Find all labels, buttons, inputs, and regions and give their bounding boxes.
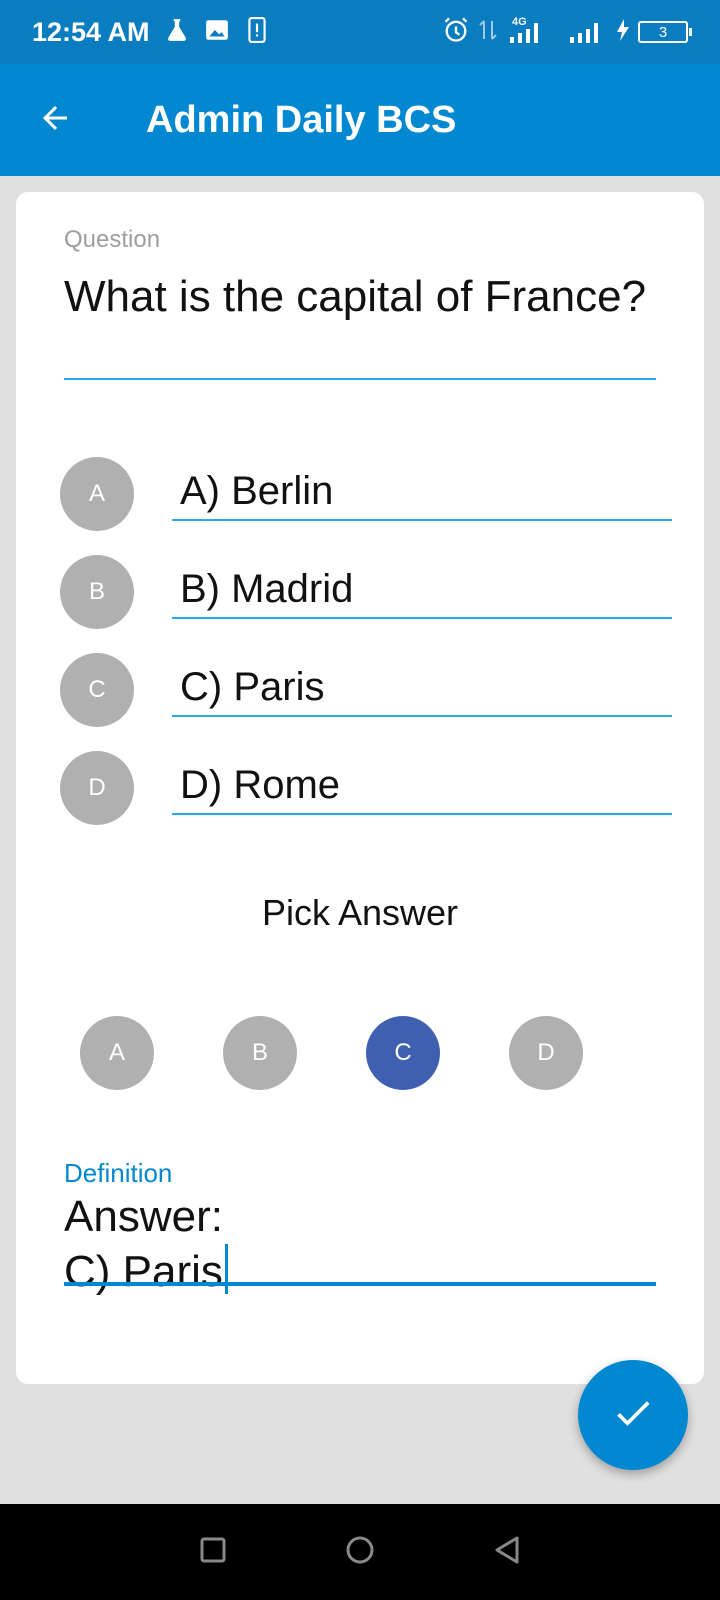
page-title: Admin Daily BCS bbox=[146, 98, 457, 141]
option-input-a[interactable]: A) Berlin bbox=[180, 469, 333, 514]
home-button[interactable] bbox=[344, 1534, 376, 1571]
option-underline bbox=[172, 519, 672, 521]
flask-icon bbox=[164, 17, 190, 48]
pick-button-c[interactable]: C bbox=[366, 1016, 440, 1090]
pick-answer-label: Pick Answer bbox=[261, 892, 459, 933]
question-label: Question bbox=[64, 226, 161, 253]
phone-alert-icon bbox=[244, 16, 270, 48]
back-nav-button[interactable] bbox=[492, 1534, 522, 1571]
system-nav-bar bbox=[0, 1504, 720, 1600]
status-time: 12:54 AM bbox=[32, 16, 150, 47]
option-row-d: D D) Rome bbox=[60, 751, 680, 831]
option-underline bbox=[172, 617, 672, 619]
option-row-a: A A) Berlin bbox=[60, 457, 680, 537]
definition-underline bbox=[64, 1282, 656, 1286]
save-button[interactable] bbox=[578, 1360, 688, 1470]
option-underline bbox=[172, 813, 672, 815]
option-badge-d: D bbox=[60, 751, 134, 825]
svg-text:4G: 4G bbox=[512, 16, 527, 28]
app-bar: Admin Daily BCS bbox=[0, 64, 720, 176]
option-badge-a: A bbox=[60, 457, 134, 531]
pick-button-a[interactable]: A bbox=[80, 1016, 154, 1090]
option-badge-c: C bbox=[60, 653, 134, 727]
definition-text: Answer: C) Paris bbox=[64, 1192, 223, 1296]
pick-button-d[interactable]: D bbox=[509, 1016, 583, 1090]
status-bar: 12:54 AM 4G 3 bbox=[0, 0, 720, 64]
signal-4g-icon: 4G bbox=[506, 15, 560, 50]
option-badge-b: B bbox=[60, 555, 134, 629]
battery-icon: 3 bbox=[638, 21, 692, 43]
signal-icon bbox=[568, 15, 608, 50]
text-cursor bbox=[224, 1244, 228, 1294]
arrow-back-icon bbox=[37, 100, 73, 141]
battery-level: 3 bbox=[658, 23, 668, 41]
option-row-b: B B) Madrid bbox=[60, 555, 680, 635]
question-input[interactable]: What is the capital of France? bbox=[64, 270, 654, 324]
alarm-icon bbox=[442, 16, 470, 49]
recents-button[interactable] bbox=[198, 1535, 228, 1570]
option-input-c[interactable]: C) Paris bbox=[180, 665, 324, 710]
question-card: Question What is the capital of France? … bbox=[16, 192, 704, 1384]
pick-button-b[interactable]: B bbox=[223, 1016, 297, 1090]
option-underline bbox=[172, 715, 672, 717]
data-transfer-icon bbox=[478, 17, 498, 48]
option-input-b[interactable]: B) Madrid bbox=[180, 567, 353, 612]
question-underline bbox=[64, 378, 656, 380]
pick-answer-group: A B C D bbox=[16, 1016, 704, 1092]
image-icon bbox=[204, 17, 230, 48]
option-input-d[interactable]: D) Rome bbox=[180, 763, 340, 808]
definition-label: Definition bbox=[64, 1158, 173, 1188]
back-button[interactable] bbox=[0, 64, 110, 176]
charging-icon bbox=[616, 18, 630, 47]
check-icon bbox=[611, 1391, 655, 1440]
option-row-c: C C) Paris bbox=[60, 653, 680, 733]
